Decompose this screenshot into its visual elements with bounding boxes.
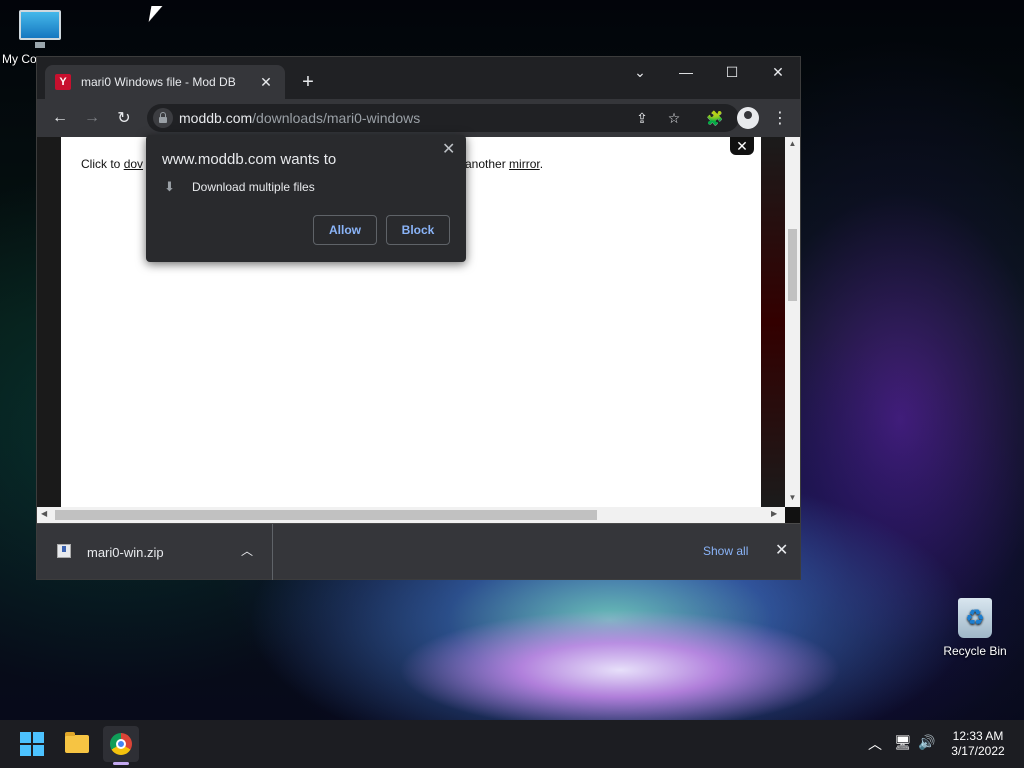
permission-text: Download multiple files xyxy=(192,180,315,194)
permission-prompt: www.moddb.com wants to ✕ ⬇ Download mult… xyxy=(146,135,466,262)
lock-icon[interactable] xyxy=(153,108,173,128)
desktop-icon-recycle-bin[interactable]: ♻ Recycle Bin xyxy=(935,598,1015,658)
bookmark-star-icon[interactable]: ☆ xyxy=(663,107,685,129)
permission-title: www.moddb.com wants to xyxy=(162,151,337,168)
start-button[interactable] xyxy=(14,726,50,762)
url-host: moddb.com xyxy=(179,110,253,126)
system-clock[interactable]: 12:33 AM 3/17/2022 xyxy=(940,729,1016,759)
show-all-button[interactable]: Show all xyxy=(703,544,748,558)
moddb-favicon: Y xyxy=(55,74,71,90)
url-text[interactable]: moddb.com/downloads/mari0-windows xyxy=(179,110,420,126)
tab-search-chevron-icon[interactable]: ⌄ xyxy=(617,57,663,87)
chrome-icon xyxy=(110,733,132,755)
download-file-name: mari0-win.zip xyxy=(87,545,164,560)
download-link[interactable]: dov xyxy=(124,157,143,171)
download-item[interactable]: mari0-win.zip ︿ xyxy=(37,524,273,580)
tray-chevron-up-icon[interactable]: ︿ xyxy=(868,734,882,754)
taskbar: ︿ 🖥 🔊 12:33 AM 3/17/2022 xyxy=(0,720,1024,768)
clock-date: 3/17/2022 xyxy=(951,744,1005,758)
recycle-bin-icon: ♻ xyxy=(958,598,992,638)
share-icon[interactable]: ⇪ xyxy=(631,107,653,129)
allow-button[interactable]: Allow xyxy=(313,215,377,245)
horizontal-scroll-thumb[interactable] xyxy=(55,510,597,520)
tab-title: mari0 Windows file - Mod DB xyxy=(81,75,236,89)
vertical-scroll-thumb[interactable] xyxy=(788,229,797,301)
active-app-indicator xyxy=(113,762,129,765)
new-tab-button[interactable]: + xyxy=(297,71,319,93)
address-bar[interactable]: moddb.com/downloads/mari0-windows ⇪ ☆ xyxy=(147,104,739,132)
tab-mari0[interactable]: Y mari0 Windows file - Mod DB ✕ xyxy=(45,65,285,99)
ad-close-icon[interactable]: ✕ xyxy=(730,137,754,155)
close-icon[interactable]: ✕ xyxy=(442,139,455,159)
scroll-up-arrow-icon[interactable]: ▲ xyxy=(785,139,800,148)
forward-button[interactable]: → xyxy=(79,105,105,131)
profile-avatar-icon[interactable] xyxy=(737,107,759,129)
toolbar: ← → ↻ moddb.com/downloads/mari0-windows … xyxy=(37,99,800,137)
start-icon xyxy=(20,732,44,756)
minimize-button[interactable]: — xyxy=(663,57,709,87)
downloads-bar: mari0-win.zip ︿ Show all ✕ xyxy=(37,523,800,580)
chevron-up-icon[interactable]: ︿ xyxy=(241,542,253,559)
download-instructions: Click to dov xyxy=(81,157,144,171)
tab-strip: Y mari0 Windows file - Mod DB ✕ + ⌄ — ☐ … xyxy=(37,57,800,99)
file-explorer-icon xyxy=(65,732,89,753)
extensions-icon[interactable]: 🧩 xyxy=(702,105,728,131)
page-side-banner-right xyxy=(761,137,785,507)
tab-close-icon[interactable]: ✕ xyxy=(257,74,275,91)
taskbar-chrome[interactable] xyxy=(103,726,139,762)
volume-icon[interactable]: 🔊 xyxy=(918,734,935,751)
scroll-right-arrow-icon[interactable]: ▶ xyxy=(771,509,777,518)
menu-icon[interactable]: ⋮ xyxy=(767,105,793,131)
downloads-close-icon[interactable]: ✕ xyxy=(775,540,788,560)
maximize-button[interactable]: ☐ xyxy=(709,57,755,87)
computer-icon xyxy=(19,10,61,48)
back-button[interactable]: ← xyxy=(47,105,73,131)
block-button[interactable]: Block xyxy=(386,215,450,245)
network-icon[interactable]: 🖥 xyxy=(894,734,912,751)
vertical-scrollbar[interactable]: ▲ ▼ xyxy=(785,137,800,507)
mirror-instructions: another mirror. xyxy=(465,157,544,171)
desktop-icon-label: Recycle Bin xyxy=(943,644,1007,658)
page-side-banner-left xyxy=(37,137,61,507)
horizontal-scrollbar[interactable]: ◀ ▶ xyxy=(37,507,785,523)
close-window-button[interactable]: ✕ xyxy=(755,57,801,87)
reload-button[interactable]: ↻ xyxy=(111,105,137,131)
zip-file-icon xyxy=(57,544,71,558)
mirror-link[interactable]: mirror xyxy=(509,157,540,171)
url-path: /downloads/mari0-windows xyxy=(252,110,421,126)
download-icon: ⬇ xyxy=(164,179,175,194)
taskbar-file-explorer[interactable] xyxy=(59,726,95,762)
clock-time: 12:33 AM xyxy=(952,729,1004,743)
scroll-down-arrow-icon[interactable]: ▼ xyxy=(785,493,800,502)
scroll-left-arrow-icon[interactable]: ◀ xyxy=(41,509,47,518)
